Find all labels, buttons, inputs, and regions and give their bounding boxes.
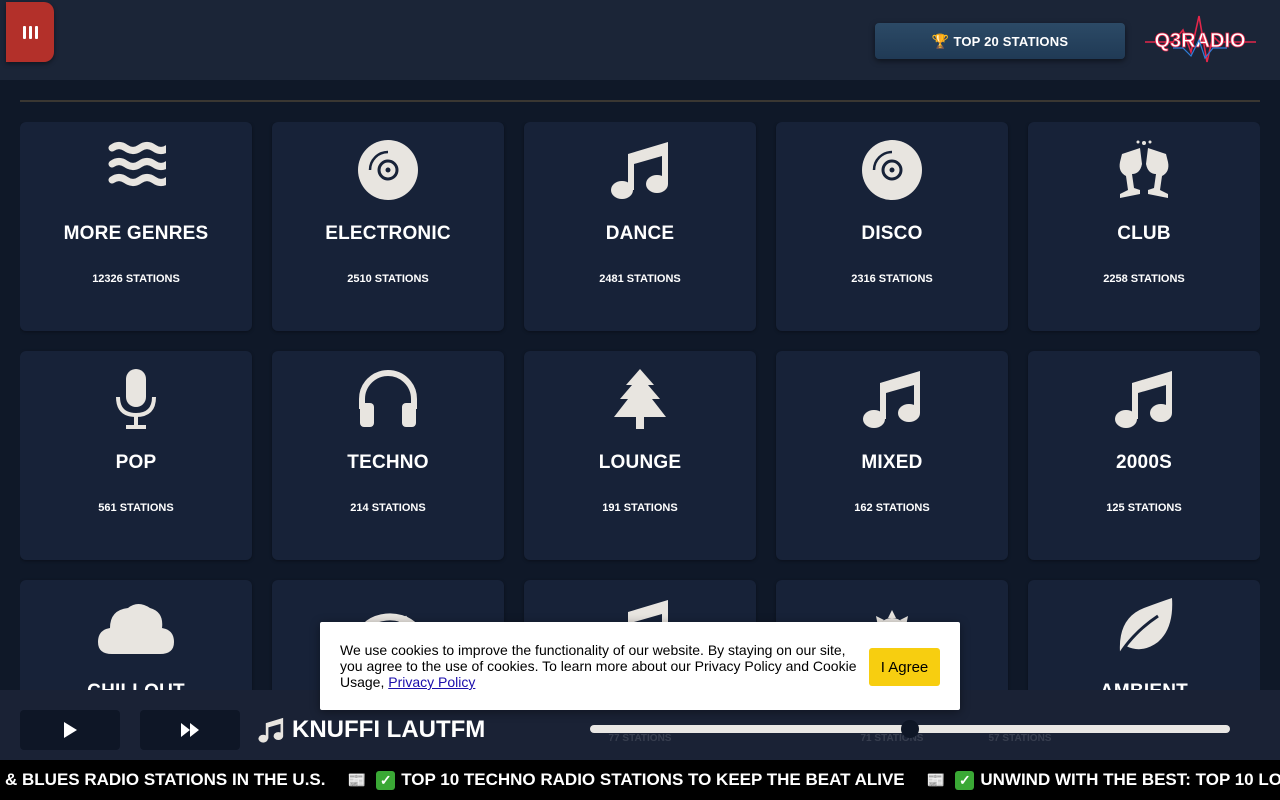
genre-tile[interactable]: CLUB 2258 STATIONS bbox=[1028, 122, 1260, 331]
ghost-station-count: 71 STATIONS bbox=[860, 733, 924, 744]
genre-tile[interactable]: CHILLOUT bbox=[20, 580, 252, 690]
headphones-icon bbox=[358, 369, 418, 429]
fast-forward-icon bbox=[181, 723, 199, 737]
genre-tile[interactable]: 2000S 125 STATIONS bbox=[1028, 351, 1260, 560]
genre-tile[interactable]: LOUNGE 191 STATIONS bbox=[524, 351, 756, 560]
cookie-message: We use cookies to improve the functional… bbox=[340, 642, 860, 690]
champagne-glasses-icon bbox=[1114, 140, 1174, 200]
header-divider bbox=[20, 100, 1260, 102]
genre-station-count: 214 STATIONS bbox=[350, 502, 426, 514]
tree-icon bbox=[610, 369, 670, 429]
check-icon: ✓ bbox=[955, 770, 975, 790]
genre-name: DISCO bbox=[861, 223, 923, 244]
music-note-icon bbox=[610, 140, 670, 200]
genre-name: LOUNGE bbox=[598, 452, 682, 473]
genre-name: CLUB bbox=[1117, 223, 1171, 244]
ghost-station-count: 77 STATIONS bbox=[608, 733, 672, 744]
newspaper-icon: 📰 bbox=[347, 772, 367, 789]
genre-tile[interactable]: DANCE 2481 STATIONS bbox=[524, 122, 756, 331]
genre-name: POP bbox=[115, 452, 157, 473]
slider-thumb[interactable] bbox=[901, 720, 919, 738]
top20-stations-button[interactable]: 🏆 TOP 20 STATIONS bbox=[875, 23, 1125, 59]
genre-station-count: 2510 STATIONS bbox=[347, 273, 429, 285]
menu-button[interactable] bbox=[6, 2, 54, 62]
cookie-banner: We use cookies to improve the functional… bbox=[320, 622, 960, 710]
genre-tile[interactable]: POP 561 STATIONS bbox=[20, 351, 252, 560]
record-icon bbox=[358, 140, 418, 200]
genre-grid: MORE GENRES 12326 STATIONS ELECTRONIC 25… bbox=[20, 122, 1260, 690]
ticker-item[interactable]: TOP 10 TECHNO RADIO STATIONS TO KEEP THE… bbox=[401, 770, 904, 790]
news-ticker: K & BLUES RADIO STATIONS IN THE U.S. 📰 ✓… bbox=[0, 760, 1280, 800]
now-playing: KNUFFI LAUTFM bbox=[258, 714, 485, 746]
cloud-icon bbox=[98, 598, 174, 658]
next-button[interactable] bbox=[140, 710, 240, 750]
privacy-policy-link[interactable]: Privacy Policy bbox=[388, 674, 475, 690]
genre-station-count: 2258 STATIONS bbox=[1103, 273, 1185, 285]
genre-station-count: 12326 STATIONS bbox=[92, 273, 180, 285]
header: 🏆 TOP 20 STATIONS Q3RADIO bbox=[0, 0, 1280, 80]
genre-name: TECHNO bbox=[347, 452, 429, 473]
genre-tile[interactable]: TECHNO 214 STATIONS bbox=[272, 351, 504, 560]
agree-button[interactable]: I Agree bbox=[869, 648, 940, 686]
trophy-icon: 🏆 bbox=[931, 32, 950, 49]
record-icon bbox=[862, 140, 922, 200]
genre-station-count: 561 STATIONS bbox=[98, 502, 174, 514]
play-icon bbox=[64, 722, 77, 738]
genre-name: CHILLOUT bbox=[20, 681, 252, 690]
genre-name: MORE GENRES bbox=[63, 223, 209, 244]
genre-tile[interactable]: DISCO 2316 STATIONS bbox=[776, 122, 1008, 331]
play-button[interactable] bbox=[20, 710, 120, 750]
station-name: KNUFFI LAUTFM bbox=[292, 716, 486, 743]
genre-tile[interactable]: ELECTRONIC 2510 STATIONS bbox=[272, 122, 504, 331]
menu-icon bbox=[22, 25, 38, 39]
genre-station-count: 162 STATIONS bbox=[854, 502, 930, 514]
ticker-item[interactable]: UNWIND WITH THE BEST: TOP 10 LOUNGE R bbox=[980, 770, 1280, 790]
genre-name: DANCE bbox=[605, 223, 675, 244]
music-note-icon bbox=[862, 369, 922, 429]
genre-station-count: 2481 STATIONS bbox=[599, 273, 681, 285]
genre-tile[interactable]: MORE GENRES 12326 STATIONS bbox=[20, 122, 252, 331]
genre-tile[interactable]: MIXED 162 STATIONS bbox=[776, 351, 1008, 560]
genre-name: ELECTRONIC bbox=[325, 223, 451, 244]
ticker-item[interactable]: K & BLUES RADIO STATIONS IN THE U.S. bbox=[0, 770, 326, 790]
top20-label: TOP 20 STATIONS bbox=[953, 33, 1069, 49]
genre-station-count: 125 STATIONS bbox=[1106, 502, 1182, 514]
progress-slider[interactable] bbox=[590, 720, 1230, 738]
genre-name: AMBIENT bbox=[1028, 681, 1260, 690]
svg-text:Q3RADIO: Q3RADIO bbox=[1154, 30, 1245, 52]
genre-station-count: 191 STATIONS bbox=[602, 502, 678, 514]
genre-station-count: 2316 STATIONS bbox=[851, 273, 933, 285]
microphone-icon bbox=[106, 369, 166, 429]
music-note-icon bbox=[1114, 369, 1174, 429]
check-icon: ✓ bbox=[376, 770, 396, 790]
q3radio-logo[interactable]: Q3RADIO bbox=[1143, 12, 1258, 68]
newspaper-icon: 📰 bbox=[926, 772, 946, 789]
genre-name: MIXED bbox=[861, 452, 923, 473]
music-note-icon bbox=[258, 717, 284, 743]
genre-name: 2000S bbox=[1116, 452, 1172, 473]
leaf-icon bbox=[1114, 598, 1174, 658]
waves-icon bbox=[106, 140, 166, 200]
genre-tile[interactable]: AMBIENT bbox=[1028, 580, 1260, 690]
ticker-track: K & BLUES RADIO STATIONS IN THE U.S. 📰 ✓… bbox=[0, 760, 1280, 800]
